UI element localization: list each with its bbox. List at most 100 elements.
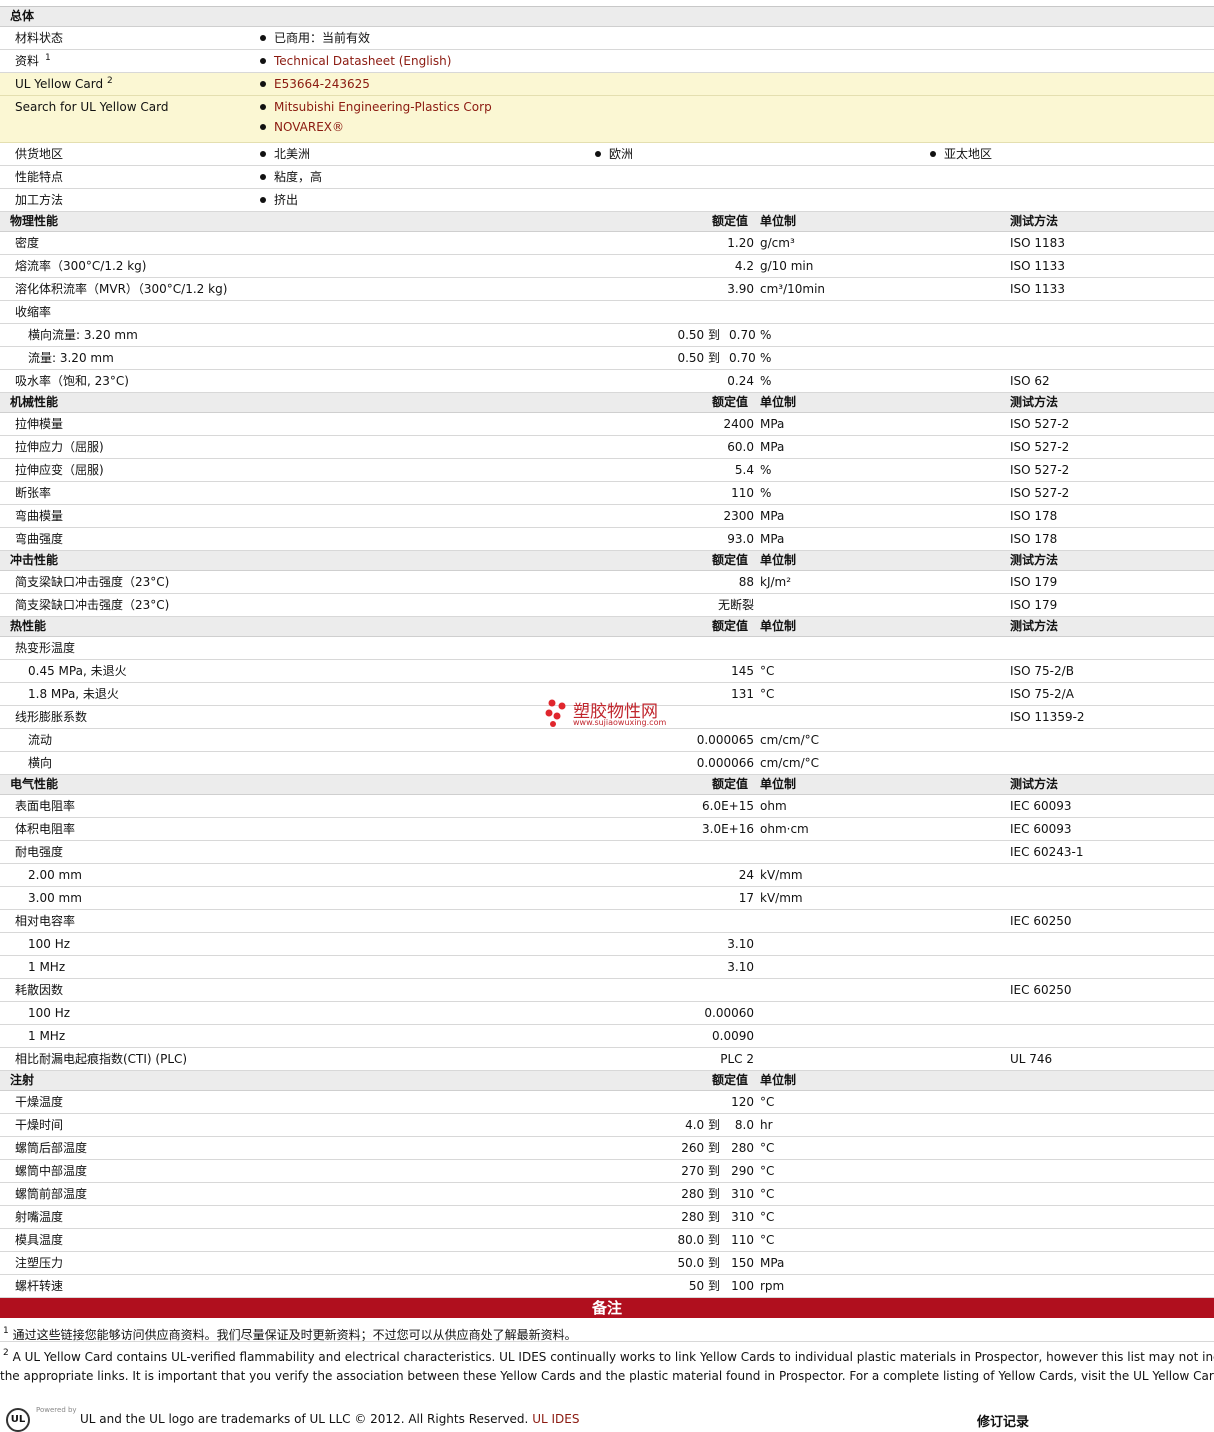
header-unit: 单位制 (760, 395, 797, 409)
header-unit: 单位制 (760, 553, 797, 567)
note-2-text-line1: A UL Yellow Card contains UL-verified fl… (12, 1350, 1214, 1364)
general-link[interactable]: NOVAREX® (274, 120, 344, 134)
property-row: 收缩率 (0, 301, 1214, 324)
ul-ides-link[interactable]: UL IDES (532, 1412, 579, 1426)
property-label: 拉伸模量 (15, 417, 64, 431)
general-label-sup: 1 (45, 53, 51, 63)
property-row: 熔流率（300°C/1.2 kg) 4.2 g/10 min ISO 1133 (0, 255, 1214, 278)
notes-header: 备注 (0, 1298, 1214, 1318)
property-row: 简支梁缺口冲击强度（23°C) 无断裂 ISO 179 (0, 594, 1214, 617)
property-row: 螺筒前部温度 280 到 310 °C (0, 1183, 1214, 1206)
property-unit: g/cm³ (760, 236, 795, 250)
bullet-icon (595, 151, 601, 157)
section-header: 电气性能 额定值 单位制 测试方法 (0, 775, 1214, 795)
property-label: 溶化体积流率（MVR）（300°C/1.2 kg) (15, 282, 228, 296)
general-value-item: 粘度，高 (260, 166, 322, 188)
property-label: 干燥时间 (15, 1118, 64, 1132)
property-value: 6.0E+15 (702, 799, 754, 813)
bullet-icon (260, 174, 266, 180)
section-header: 机械性能 额定值 单位制 测试方法 (0, 393, 1214, 413)
general-value-text: 挤出 (274, 193, 299, 207)
property-label: 相比耐漏电起痕指数(CTI) (PLC) (15, 1052, 188, 1066)
property-value: 2300 (723, 509, 754, 523)
property-row: 拉伸应变（屈服) 5.4% ISO 527-2 (0, 459, 1214, 482)
general-value-item[interactable]: Technical Datasheet (English) (260, 50, 451, 72)
general-row: 加工方法 挤出 (0, 189, 1214, 212)
test-method: IEC 60093 (1010, 822, 1072, 836)
property-label: 拉伸应变（屈服) (15, 463, 104, 477)
general-value-item[interactable]: E53664-243625 (260, 73, 370, 95)
test-method: ISO 527-2 (1010, 463, 1070, 477)
property-label: 100 Hz (28, 1006, 71, 1020)
general-row: 性能特点 粘度，高 (0, 166, 1214, 189)
test-method: IEC 60093 (1010, 799, 1072, 813)
property-value-min: 4.0 到 (685, 1118, 720, 1132)
bullet-icon (260, 104, 266, 110)
general-link[interactable]: Technical Datasheet (English) (274, 54, 451, 68)
property-value-min: 0.50 到 (677, 351, 720, 365)
header-value: 额定值 (712, 619, 749, 633)
property-value: 17 (738, 891, 754, 905)
property-row: 热变形温度 (0, 637, 1214, 660)
property-label: 热变形温度 (15, 641, 76, 655)
property-label: 体积电阻率 (15, 822, 76, 836)
property-value: 0.24 (727, 374, 754, 388)
property-label: 密度 (15, 236, 40, 250)
footer-text: UL and the UL logo are trademarks of UL … (80, 1412, 579, 1426)
property-row: 体积电阻率 3.0E+16 ohm·cm IEC 60093 (0, 818, 1214, 841)
property-value-min: 280 到 (681, 1187, 720, 1201)
property-unit: cm³/10min (760, 282, 826, 296)
test-method: IEC 60243-1 (1010, 845, 1084, 859)
property-unit: % (760, 374, 772, 388)
property-row: 简支梁缺口冲击强度（23°C) 88 kJ/m² ISO 179 (0, 571, 1214, 594)
general-value-item[interactable]: NOVAREX® (260, 116, 344, 138)
property-value: 24 (738, 868, 754, 882)
property-row: 横向流量: 3.20 mm 0.50 到 0.70% (0, 324, 1214, 347)
property-row: 相比耐漏电起痕指数(CTI) (PLC) PLC 2 UL 746 (0, 1048, 1214, 1071)
property-label: 注塑压力 (15, 1256, 64, 1270)
property-unit: kJ/m² (760, 575, 792, 589)
header-unit: 单位制 (760, 214, 797, 228)
bullet-icon (260, 35, 266, 41)
general-value-item: 欧洲 (595, 143, 633, 165)
general-label: 加工方法 (15, 193, 64, 207)
property-unit: °C (760, 1095, 775, 1109)
property-label: 模具温度 (15, 1233, 64, 1247)
property-label: 1 MHz (28, 1029, 66, 1043)
property-unit: % (760, 486, 772, 500)
general-link[interactable]: E53664-243625 (274, 77, 370, 91)
property-value: 0.0090 (712, 1029, 754, 1043)
property-unit: MPa (760, 509, 785, 523)
revision-history[interactable]: 修订记录 (977, 1411, 1029, 1430)
property-value-max: 310 (731, 1187, 754, 1201)
property-value: 0.00060 (704, 1006, 754, 1020)
property-value-min: 280 到 (681, 1210, 720, 1224)
section-header: 热性能 额定值 单位制 测试方法 (0, 617, 1214, 637)
general-value-text: 欧洲 (609, 147, 634, 161)
property-row: 螺筒中部温度 270 到 290 °C (0, 1160, 1214, 1183)
bullet-icon (260, 151, 266, 157)
property-value-min: 270 到 (681, 1164, 720, 1178)
general-value-item[interactable]: Mitsubishi Engineering-Plastics Corp (260, 96, 492, 118)
property-label: 0.45 MPa, 未退火 (28, 664, 127, 678)
bullet-icon (260, 124, 266, 130)
test-method: ISO 178 (1010, 532, 1058, 546)
property-value-min: 50.0 到 (677, 1256, 720, 1270)
general-link[interactable]: Mitsubishi Engineering-Plastics Corp (274, 100, 492, 114)
test-method: ISO 527-2 (1010, 417, 1070, 431)
section-header: 物理性能 额定值 单位制 测试方法 (0, 212, 1214, 232)
test-method: ISO 527-2 (1010, 486, 1070, 500)
footer: UL Powered by UL and the UL logo are tra… (0, 1406, 1214, 1432)
header-value: 额定值 (712, 553, 749, 567)
property-row: 密度 1.20 g/cm³ ISO 1183 (0, 232, 1214, 255)
note-1-number: 1 (3, 1326, 9, 1336)
property-label: 断张率 (15, 486, 52, 500)
property-label: 弯曲强度 (15, 532, 64, 546)
property-value-max: 310 (731, 1210, 754, 1224)
header-method: 测试方法 (1010, 777, 1059, 791)
footer-copyright: UL and the UL logo are trademarks of UL … (80, 1412, 529, 1426)
general-value-item: 亚太地区 (930, 143, 992, 165)
general-label: 性能特点 (15, 170, 64, 184)
property-unit: cm/cm/°C (760, 756, 820, 770)
property-value: 3.90 (727, 282, 754, 296)
